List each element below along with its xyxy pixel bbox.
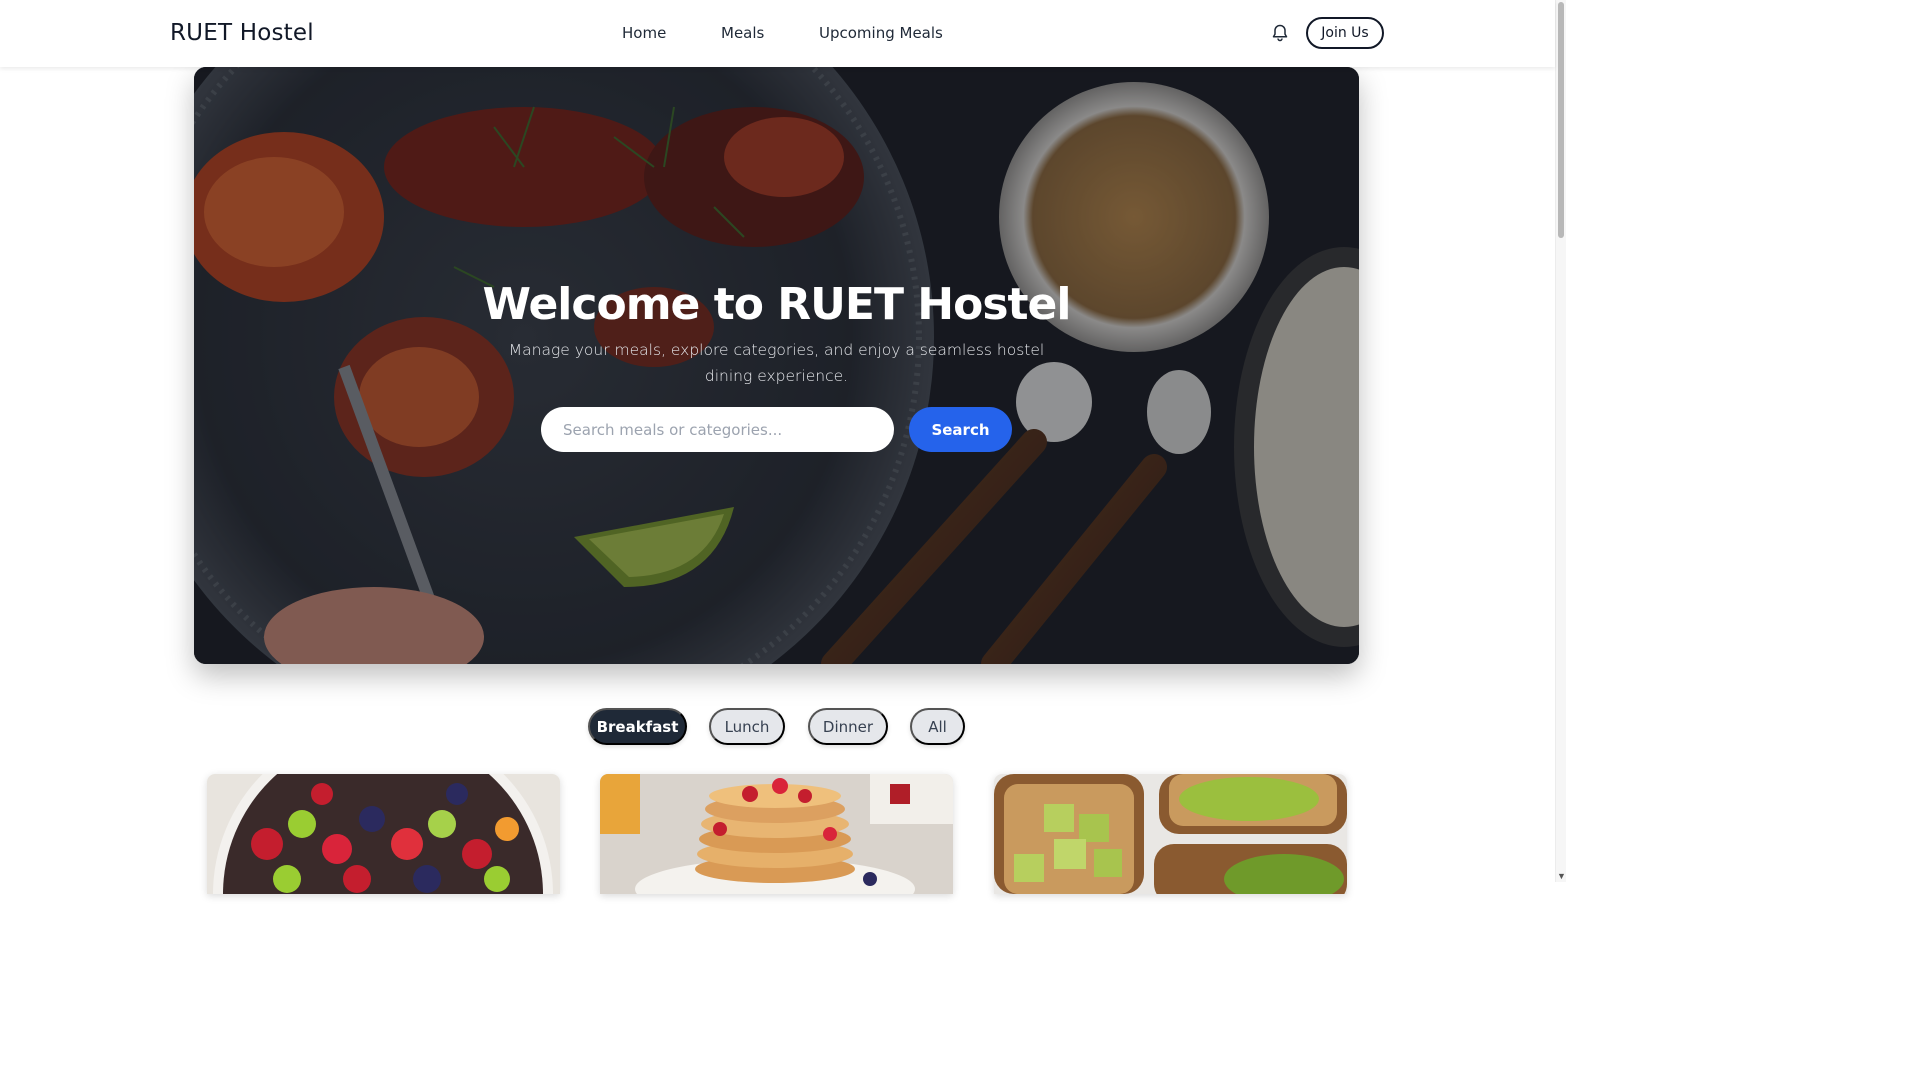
join-us-button[interactable]: Join Us [1306,17,1384,49]
tab-all[interactable]: All [910,708,965,745]
meal-card[interactable] [600,774,953,894]
pancakes-image [600,774,953,894]
nav-link-upcoming-meals[interactable]: Upcoming Meals [819,24,943,42]
scrollbar-thumb[interactable] [1558,2,1564,238]
avocado-toast-image [994,774,1347,894]
tab-lunch[interactable]: Lunch [709,708,785,745]
scroll-down-arrow-icon[interactable]: ▼ [1557,871,1566,881]
fruit-salad-image [207,774,560,894]
nav-link-home[interactable]: Home [622,24,666,42]
search-button[interactable]: Search [909,407,1012,452]
hero-subtitle: Manage your meals, explore categories, a… [508,341,1045,385]
search-input[interactable] [541,407,894,452]
brand-logo-text[interactable]: RUET Hostel [170,20,314,46]
navbar: RUET Hostel Home Meals Upcoming Meals Jo… [0,0,1555,67]
bell-icon[interactable] [1270,23,1290,43]
tab-breakfast[interactable]: Breakfast [588,708,687,745]
nav-link-meals[interactable]: Meals [721,24,764,42]
hero-banner: Welcome to RUET Hostel Manage your meals… [194,67,1359,664]
meal-card[interactable] [994,774,1347,894]
tab-dinner[interactable]: Dinner [808,708,888,745]
page-scrollbar[interactable]: ▼ [1555,0,1566,882]
meal-card[interactable] [207,774,560,894]
hero-title: Welcome to RUET Hostel [482,279,1072,330]
